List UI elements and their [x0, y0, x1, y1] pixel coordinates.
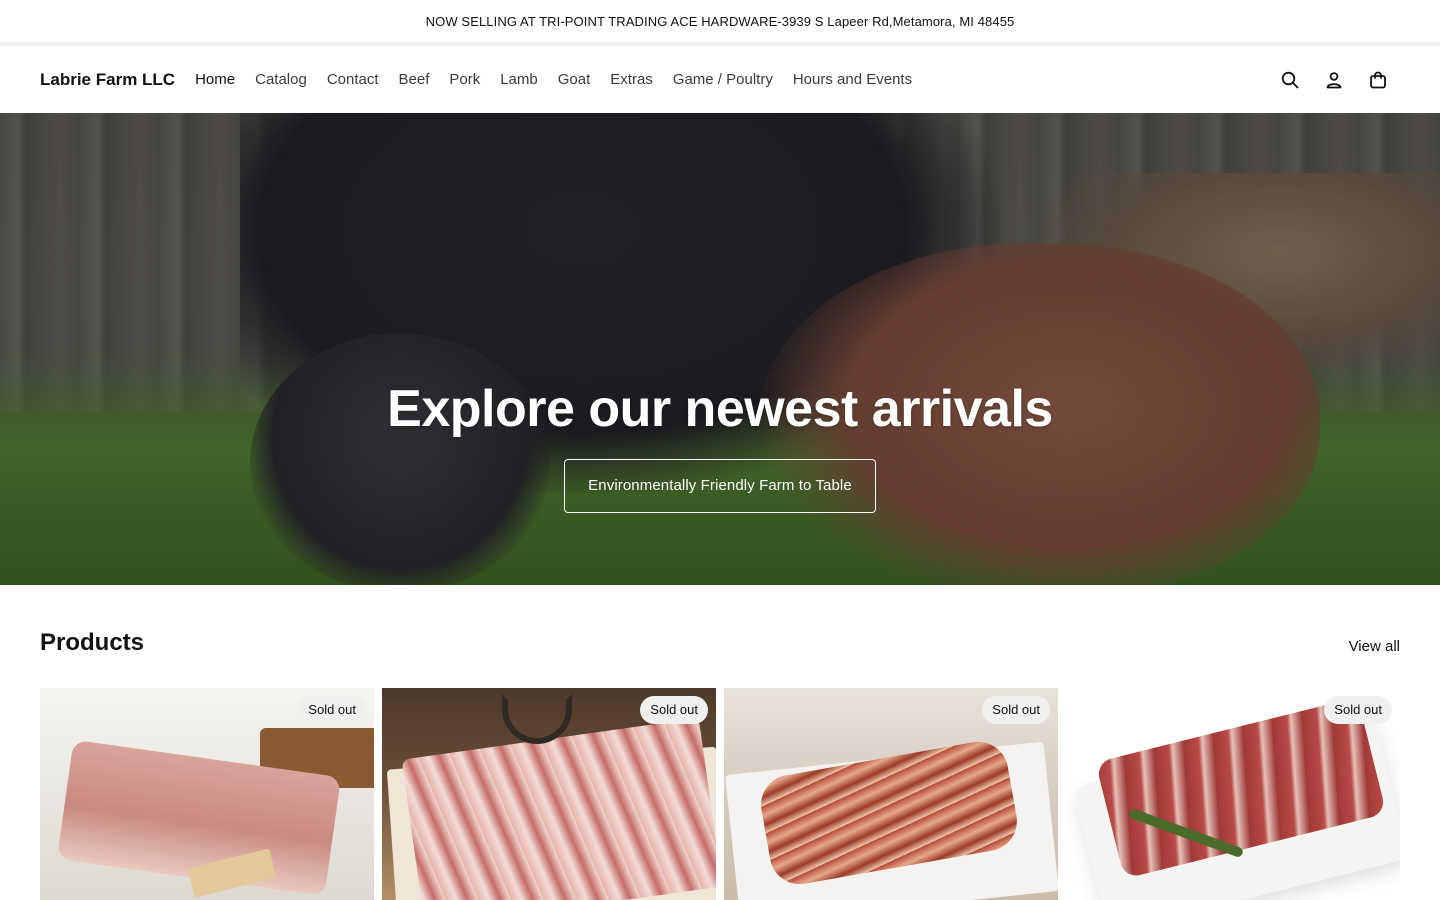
- product-grid: Sold out Sold out Sold out Sold out: [40, 688, 1400, 900]
- products-section: Products View all Sold out Sold out Sold…: [0, 585, 1440, 900]
- account-button[interactable]: [1312, 58, 1356, 102]
- sold-out-badge: Sold out: [640, 696, 708, 724]
- nav-item-contact[interactable]: Contact: [327, 71, 379, 88]
- site-logo[interactable]: Labrie Farm LLC: [40, 70, 175, 90]
- nav-item-home[interactable]: Home: [195, 71, 235, 88]
- product-card[interactable]: Sold out: [1066, 688, 1400, 900]
- product-card[interactable]: Sold out: [40, 688, 374, 900]
- announcement-text: NOW SELLING AT TRI-POINT TRADING ACE HAR…: [425, 13, 1015, 29]
- main-nav: Home Catalog Contact Beef Pork Lamb Goat…: [195, 71, 932, 88]
- nav-item-beef[interactable]: Beef: [399, 71, 430, 88]
- cart-button[interactable]: [1356, 58, 1400, 102]
- hero-banner: Explore our newest arrivals Environmenta…: [0, 113, 1440, 585]
- product-card[interactable]: Sold out: [382, 688, 716, 900]
- search-button[interactable]: [1268, 58, 1312, 102]
- nav-item-hours-events[interactable]: Hours and Events: [793, 71, 912, 88]
- site-header: Labrie Farm LLC Home Catalog Contact Bee…: [0, 46, 1440, 113]
- sold-out-badge: Sold out: [298, 696, 366, 724]
- sold-out-badge: Sold out: [1324, 696, 1392, 724]
- products-header: Products View all: [40, 629, 1400, 657]
- announcement-bar: NOW SELLING AT TRI-POINT TRADING ACE HAR…: [0, 0, 1440, 42]
- nav-item-lamb[interactable]: Lamb: [500, 71, 538, 88]
- nav-item-game-poultry[interactable]: Game / Poultry: [673, 71, 773, 88]
- hero-cta-button[interactable]: Environmentally Friendly Farm to Table: [564, 459, 876, 513]
- product-card[interactable]: Sold out: [724, 688, 1058, 900]
- header-icons: [1268, 58, 1400, 102]
- nav-item-extras[interactable]: Extras: [610, 71, 653, 88]
- nav-item-pork[interactable]: Pork: [449, 71, 480, 88]
- search-icon: [1281, 71, 1299, 88]
- view-all-link[interactable]: View all: [1349, 638, 1400, 655]
- cart-icon: [1370, 71, 1386, 88]
- sold-out-badge: Sold out: [982, 696, 1050, 724]
- nav-item-goat[interactable]: Goat: [558, 71, 591, 88]
- hero-title: Explore our newest arrivals: [387, 380, 1053, 438]
- products-title: Products: [40, 629, 145, 656]
- hero-content: Explore our newest arrivals Environmenta…: [0, 113, 1440, 585]
- nav-item-catalog[interactable]: Catalog: [255, 71, 307, 88]
- account-icon: [1326, 71, 1342, 88]
